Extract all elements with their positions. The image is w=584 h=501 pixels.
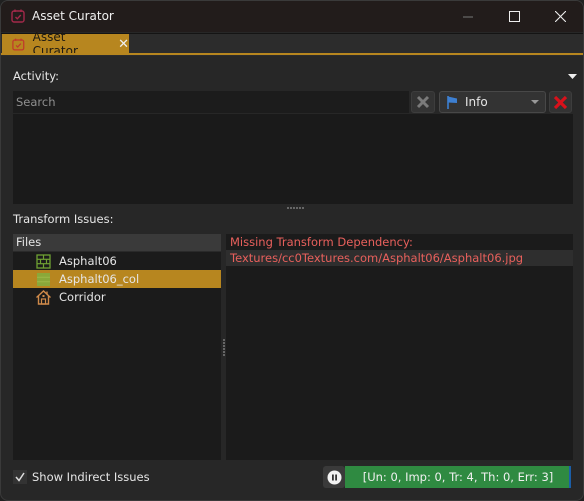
asset-curator-window: Asset Curator Asset Curator ✕ Activity: bbox=[0, 0, 584, 501]
tab-menu-dropdown-icon[interactable] bbox=[568, 74, 577, 80]
chevron-down-icon bbox=[531, 100, 539, 104]
minimize-icon bbox=[463, 16, 473, 17]
issue-detail-row[interactable]: Missing Transform Dependency: bbox=[226, 234, 573, 250]
minimize-button[interactable] bbox=[445, 1, 491, 32]
log-level-select[interactable]: Info bbox=[439, 91, 546, 113]
close-icon bbox=[554, 11, 566, 22]
tab-close-icon[interactable]: ✕ bbox=[118, 37, 129, 52]
pause-button[interactable] bbox=[323, 466, 345, 488]
clear-search-button[interactable] bbox=[411, 91, 435, 113]
texture-icon bbox=[37, 273, 50, 286]
house-icon bbox=[36, 290, 51, 305]
issue-details-list: Missing Transform Dependency: Textures/c… bbox=[226, 234, 573, 460]
show-indirect-issues-label[interactable]: Show Indirect Issues bbox=[32, 470, 150, 484]
checkmark-icon bbox=[15, 472, 25, 482]
clear-x-icon bbox=[416, 95, 430, 109]
red-x-icon bbox=[553, 95, 568, 109]
calendar-check-icon bbox=[12, 38, 25, 51]
window-title: Asset Curator bbox=[32, 9, 114, 23]
search-input[interactable] bbox=[13, 91, 409, 113]
file-name: Asphalt06_col bbox=[59, 272, 140, 286]
file-name: Asphalt06 bbox=[59, 254, 117, 268]
file-row-asphalt06[interactable]: Asphalt06 bbox=[13, 252, 221, 270]
texture-icon bbox=[36, 254, 51, 269]
horizontal-splitter-handle[interactable] bbox=[287, 207, 305, 210]
title-bar: Asset Curator bbox=[1, 1, 583, 32]
flag-icon bbox=[447, 95, 457, 109]
issue-detail-row[interactable]: Textures/cc0Textures.com/Asphalt06/Aspha… bbox=[226, 250, 573, 266]
file-row-asphalt06-col[interactable]: Asphalt06_col bbox=[13, 270, 221, 288]
calendar-check-icon bbox=[11, 9, 25, 23]
status-text: [Un: 0, Imp: 0, Tr: 4, Th: 0, Err: 3] bbox=[362, 470, 554, 484]
files-header: Files bbox=[13, 234, 221, 252]
activity-log-list[interactable] bbox=[13, 114, 573, 204]
status-summary: [Un: 0, Imp: 0, Tr: 4, Th: 0, Err: 3] bbox=[345, 466, 571, 488]
file-row-corridor[interactable]: Corridor bbox=[13, 288, 221, 306]
maximize-icon bbox=[508, 11, 520, 22]
activity-label: Activity: bbox=[13, 69, 60, 83]
close-window-button[interactable] bbox=[537, 1, 583, 32]
status-edge bbox=[569, 466, 571, 488]
clear-log-button[interactable] bbox=[549, 91, 572, 113]
tab-underline bbox=[1, 53, 583, 55]
activity-search bbox=[13, 91, 409, 113]
transform-issues-label: Transform Issues: bbox=[13, 212, 114, 226]
show-indirect-issues-checkbox[interactable] bbox=[13, 470, 27, 484]
maximize-button[interactable] bbox=[491, 1, 537, 32]
file-name: Corridor bbox=[59, 290, 106, 304]
log-level-value: Info bbox=[465, 95, 488, 109]
files-tree: Files Asphalt06 Asphalt06_col Corridor bbox=[13, 234, 221, 460]
pause-icon bbox=[327, 470, 341, 484]
tab-asset-curator[interactable]: Asset Curator ✕ bbox=[2, 30, 129, 58]
